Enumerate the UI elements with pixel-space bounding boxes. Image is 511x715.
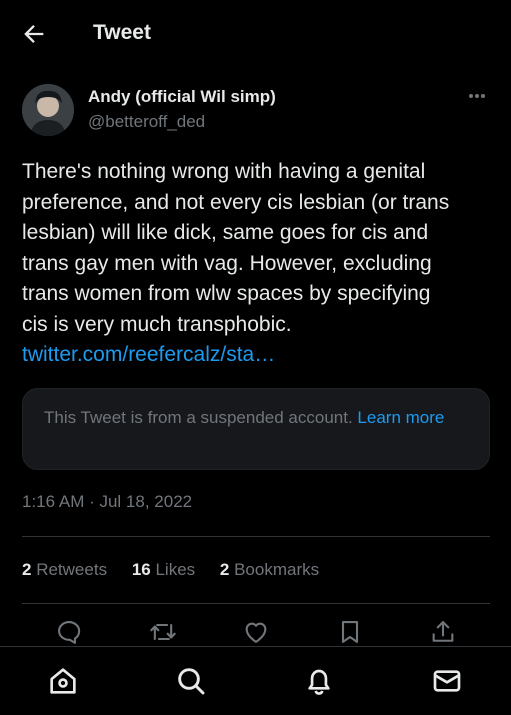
bookmarks-count: 2 (219, 560, 230, 579)
bookmark-icon[interactable] (336, 618, 364, 646)
tweet-text-line: preference, and not every cis lesbian (o… (22, 190, 450, 214)
like-icon[interactable] (242, 618, 270, 646)
messages-icon[interactable] (431, 665, 463, 697)
retweet-icon[interactable] (149, 618, 177, 646)
likes-count: 16 (131, 560, 151, 579)
header: Tweet (0, 0, 511, 66)
tweet-text: There's nothing wrong with having a geni… (22, 157, 492, 371)
tweet-text-line: cis is very much transphobic. (22, 312, 292, 336)
page-title: Tweet (93, 21, 151, 44)
tweet-timestamp[interactable]: 1:16 AM · Jul 18, 2022 (22, 492, 192, 512)
tweet-text-line: trans gay men with vag. However, excludi… (22, 251, 432, 275)
home-icon[interactable] (47, 665, 79, 697)
search-icon[interactable] (175, 665, 207, 697)
retweets-count: 2 (22, 560, 32, 579)
tweet-text-line: trans women from wlw spaces by specifyin… (22, 282, 431, 305)
bookmarks-label: Bookmarks (234, 560, 320, 579)
bookmarks-stat[interactable]: 2 Bookmarks (220, 560, 319, 580)
notifications-icon[interactable] (303, 665, 335, 697)
divider (22, 603, 490, 604)
avatar[interactable] (22, 84, 74, 136)
likes-stat[interactable]: 16 Likes (132, 560, 195, 580)
bottom-navigation (0, 646, 511, 715)
likes-label: Likes (155, 560, 196, 579)
retweets-label: Retweets (36, 560, 108, 579)
tweet-link[interactable]: twitter.com/reefercalz/sta… (22, 340, 492, 371)
more-options-icon[interactable] (464, 86, 490, 106)
back-arrow-icon[interactable] (20, 20, 48, 48)
tweet-action-bar (0, 618, 511, 648)
quoted-tweet-notice: This Tweet is from a suspended account. … (44, 405, 474, 431)
reply-icon[interactable] (55, 618, 83, 646)
tweet-text-line: lesbian) will like dick, same goes for c… (22, 221, 429, 244)
tweet-text-line: There's nothing wrong with having a geni… (22, 160, 426, 183)
tweet-stats: 2 Retweets 16 Likes 2 Bookmarks (22, 560, 339, 580)
author-name[interactable]: Andy (official Wil simp) (88, 87, 276, 107)
divider (22, 536, 490, 537)
quoted-tweet-card[interactable]: This Tweet is from a suspended account. … (22, 388, 490, 470)
learn-more-link[interactable]: Learn more (357, 408, 444, 427)
share-icon[interactable] (429, 618, 457, 646)
retweets-stat[interactable]: 2 Retweets (22, 560, 107, 580)
suspended-notice-text: This Tweet is from a suspended account. (44, 408, 353, 427)
author-handle[interactable]: @betteroff_ded (88, 112, 205, 132)
